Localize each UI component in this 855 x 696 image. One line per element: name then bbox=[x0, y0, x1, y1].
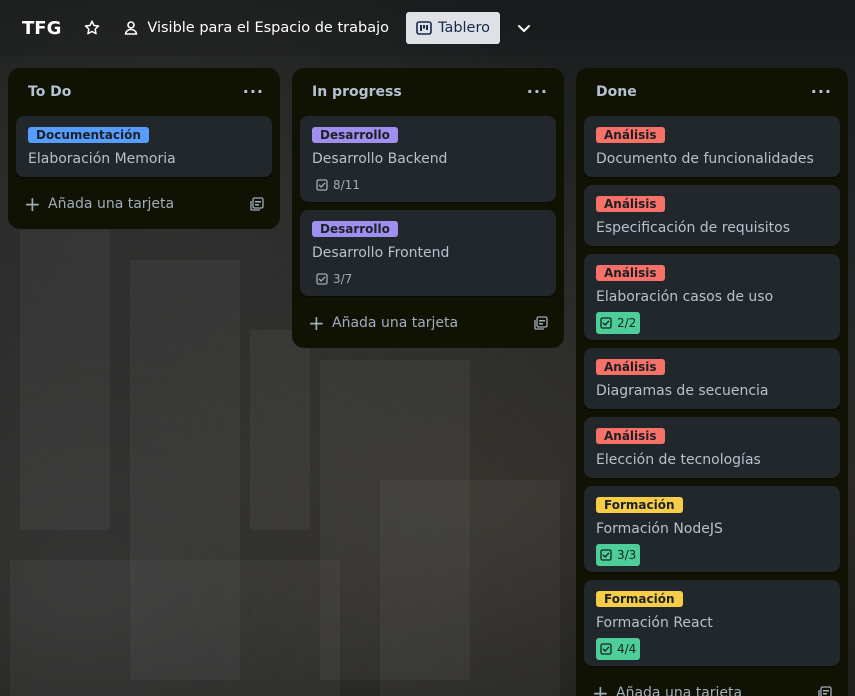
card[interactable]: Desarrollo Desarrollo Backend 8/11 bbox=[300, 116, 556, 202]
checklist-count: 4/4 bbox=[617, 642, 637, 656]
add-card-label: Añada una tarjeta bbox=[332, 315, 459, 331]
checklist-count: 3/7 bbox=[333, 272, 353, 286]
checklist-icon bbox=[316, 273, 328, 285]
card[interactable]: Formación Formación React 4/4 bbox=[584, 580, 840, 666]
checklist-icon bbox=[600, 643, 612, 655]
card-title: Formación NodeJS bbox=[596, 521, 723, 537]
card-label[interactable]: Documentación bbox=[28, 127, 149, 143]
card-label[interactable]: Formación bbox=[596, 497, 683, 513]
more-options-icon[interactable]: ··· bbox=[243, 84, 264, 100]
card[interactable]: Formación Formación NodeJS 3/3 bbox=[584, 486, 840, 572]
list-title[interactable]: To Do bbox=[28, 84, 71, 100]
list-header: Done ··· bbox=[584, 68, 840, 116]
list-title[interactable]: In progress bbox=[312, 84, 402, 100]
people-icon bbox=[123, 20, 139, 36]
card-title: Diagramas de secuencia bbox=[596, 383, 769, 399]
list-2: Done ··· Análisis Documento de funcionali… bbox=[576, 68, 848, 696]
card-label[interactable]: Análisis bbox=[596, 359, 665, 375]
card[interactable]: Análisis Elaboración casos de uso 2/2 bbox=[584, 254, 840, 340]
card-title: Elaboración Memoria bbox=[28, 151, 176, 167]
checklist-icon bbox=[600, 317, 612, 329]
card-title: Desarrollo Backend bbox=[312, 151, 448, 167]
checklist-count: 3/3 bbox=[617, 548, 637, 562]
card-label[interactable]: Formación bbox=[596, 591, 683, 607]
visibility-button[interactable]: Visible para el Espacio de trabajo bbox=[123, 20, 389, 36]
add-card-label: Añada una tarjeta bbox=[48, 196, 175, 212]
board-header: TFG Visible para el Espacio de trabajo T… bbox=[0, 0, 855, 56]
card[interactable]: Documentación Elaboración Memoria bbox=[16, 116, 272, 177]
board-view-label: Tablero bbox=[437, 20, 490, 36]
add-card-row: + Añada una tarjeta bbox=[300, 304, 556, 342]
card-title: Formación React bbox=[596, 615, 713, 631]
card-label[interactable]: Análisis bbox=[596, 265, 665, 281]
checklist-badge: 4/4 bbox=[596, 638, 641, 660]
board-title[interactable]: TFG bbox=[22, 18, 61, 39]
card-label[interactable]: Análisis bbox=[596, 428, 665, 444]
board-view-button[interactable]: Tablero bbox=[405, 12, 500, 44]
card-title: Elección de tecnologías bbox=[596, 452, 761, 468]
add-card-label: Añada una tarjeta bbox=[616, 685, 743, 696]
checklist-icon bbox=[600, 549, 612, 561]
checklist-count: 8/11 bbox=[333, 178, 360, 192]
card-title: Elaboración casos de uso bbox=[596, 289, 774, 305]
checklist-badge: 8/11 bbox=[312, 174, 364, 196]
card-title: Especificación de requisitos bbox=[596, 220, 790, 236]
card-template-icon[interactable] bbox=[818, 686, 832, 696]
card-title: Documento de funcionalidades bbox=[596, 151, 814, 167]
star-icon[interactable] bbox=[83, 19, 101, 37]
card[interactable]: Análisis Documento de funcionalidades bbox=[584, 116, 840, 177]
checklist-badge: 2/2 bbox=[596, 312, 641, 334]
plus-icon: + bbox=[308, 311, 325, 335]
chevron-down-icon[interactable] bbox=[516, 20, 532, 36]
add-card-button[interactable]: + Añada una tarjeta bbox=[308, 313, 458, 333]
checklist-badge: 3/7 bbox=[312, 268, 356, 290]
card-template-icon[interactable] bbox=[534, 316, 548, 330]
add-card-row: + Añada una tarjeta bbox=[584, 674, 840, 696]
card-title: Desarrollo Frontend bbox=[312, 245, 450, 261]
add-card-button[interactable]: + Añada una tarjeta bbox=[592, 683, 742, 696]
checklist-badge: 3/3 bbox=[596, 544, 641, 566]
list-header: To Do ··· bbox=[16, 68, 272, 116]
add-card-button[interactable]: + Añada una tarjeta bbox=[24, 194, 174, 214]
add-card-row: + Añada una tarjeta bbox=[16, 185, 272, 223]
card-label[interactable]: Análisis bbox=[596, 196, 665, 212]
list-0: To Do ··· Documentación Elaboración Memor… bbox=[8, 68, 280, 229]
list-header: In progress ··· bbox=[300, 68, 556, 116]
card[interactable]: Análisis Especificación de requisitos bbox=[584, 185, 840, 246]
checklist-count: 2/2 bbox=[617, 316, 637, 330]
list-title[interactable]: Done bbox=[596, 84, 637, 100]
more-options-icon[interactable]: ··· bbox=[811, 84, 832, 100]
card[interactable]: Análisis Diagramas de secuencia bbox=[584, 348, 840, 409]
more-options-icon[interactable]: ··· bbox=[527, 84, 548, 100]
board-icon bbox=[416, 21, 432, 35]
card[interactable]: Análisis Elección de tecnologías bbox=[584, 417, 840, 478]
checklist-icon bbox=[316, 179, 328, 191]
list-1: In progress ··· Desarrollo Desarrollo Bac… bbox=[292, 68, 564, 348]
plus-icon: + bbox=[592, 681, 609, 696]
plus-icon: + bbox=[24, 192, 41, 216]
card-template-icon[interactable] bbox=[250, 197, 264, 211]
card-label[interactable]: Desarrollo bbox=[312, 127, 398, 143]
card[interactable]: Desarrollo Desarrollo Frontend 3/7 bbox=[300, 210, 556, 296]
card-label[interactable]: Análisis bbox=[596, 127, 665, 143]
card-label[interactable]: Desarrollo bbox=[312, 221, 398, 237]
visibility-label: Visible para el Espacio de trabajo bbox=[147, 20, 389, 36]
